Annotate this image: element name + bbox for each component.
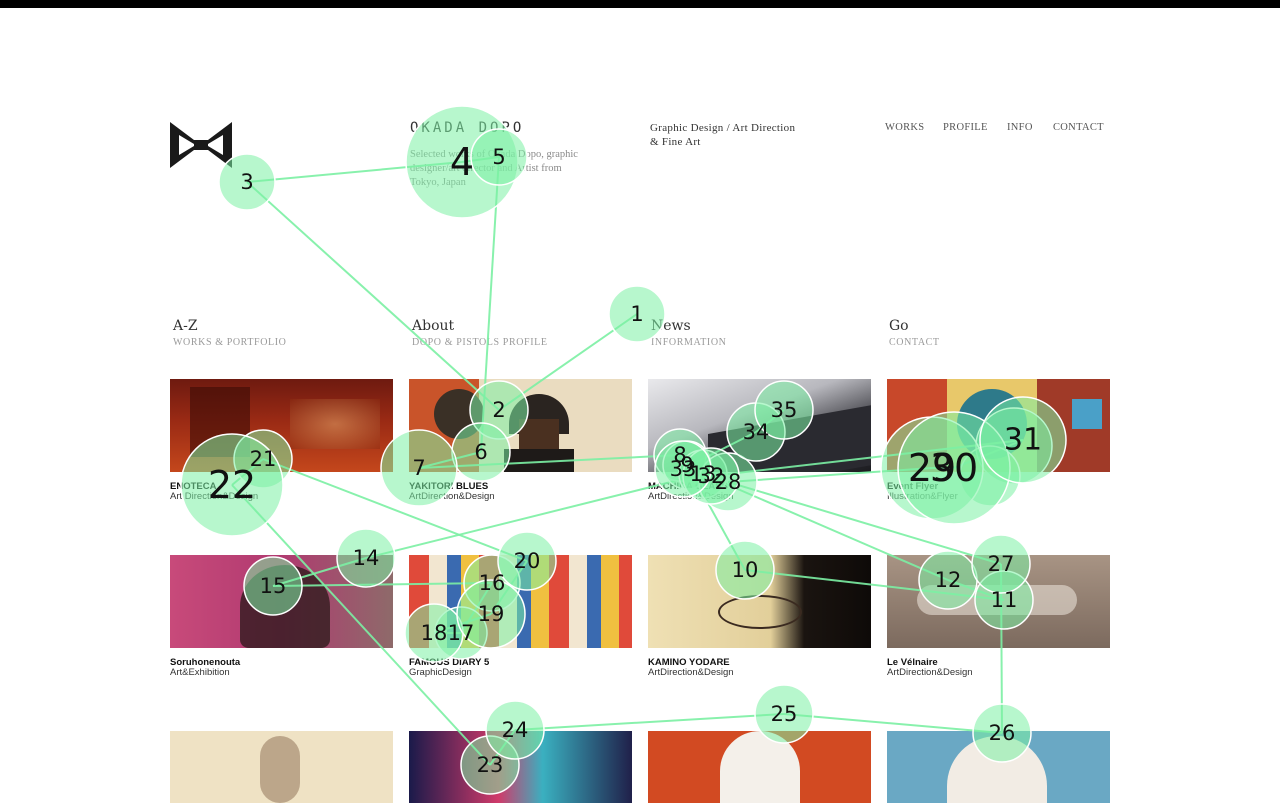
tagline-line-2: & Fine Art [650,136,701,148]
section-subtitle-go: CONTACT [889,337,940,348]
bowtie-logo-icon[interactable] [170,122,232,168]
work-category: GraphicDesign [409,667,472,678]
gaze-path-segment [727,481,1002,565]
site-name[interactable]: OKADA DOPO [410,120,524,136]
section-title-about[interactable]: About [412,318,454,334]
work-category: ArtDirection&Design [409,491,495,502]
work-thumbnail-row3-3[interactable] [648,731,871,803]
work-thumbnail-row3-1[interactable] [170,731,393,803]
gaze-fixation-label: 25 [771,702,798,726]
site-description: Selected works of Okada Dopo, graphic de… [410,149,578,188]
section-title-go[interactable]: Go [889,318,909,334]
work-thumbnail-yakitori-blues[interactable] [409,379,632,472]
work-thumbnail-row3-2[interactable] [409,731,632,803]
work-category: Art&Exhibition [170,667,230,678]
nav-info[interactable]: INFO [1007,122,1033,133]
tagline-line-1: Graphic Design / Art Direction [650,122,796,134]
gaze-fixation-label: 1 [630,302,643,326]
gaze-path-segment [246,181,500,411]
nav-profile[interactable]: PROFILE [943,122,988,133]
work-thumbnail-famous-diary-5[interactable] [409,555,632,648]
section-title-az[interactable]: A-Z [173,318,198,334]
work-thumbnail-machida-glass[interactable] [648,379,871,472]
work-thumbnail-le-velnaire[interactable] [887,555,1110,648]
gaze-path-segment [514,713,785,731]
work-thumbnail-kamino-yodare[interactable] [648,555,871,648]
nav-works[interactable]: WORKS [885,122,924,133]
section-subtitle-about: DOPO & PISTOLS PROFILE [412,337,548,348]
section-subtitle-news: INFORMATION [651,337,727,348]
top-bar [0,0,1280,8]
work-category: ArtDirection&Design [648,491,734,502]
gaze-path-segment [262,458,528,562]
work-thumbnail-event-flyer[interactable] [887,379,1110,472]
nav-contact[interactable]: CONTACT [1053,122,1104,133]
section-subtitle-az: WORKS & PORTFOLIO [173,337,287,348]
section-title-news[interactable]: News [651,318,691,334]
work-thumbnail-soruhonenouta[interactable] [170,555,393,648]
work-category: ArtDirection&Design [887,667,973,678]
work-category: Illustration&Flyer [887,491,958,502]
work-category: Art Direction&Design [170,491,259,502]
tagline: Graphic Design / Art Direction & Fine Ar… [650,121,850,149]
work-thumbnail-row3-4[interactable] [887,731,1110,803]
work-category: ArtDirection&Design [648,667,734,678]
gaze-fixation-label: 3 [240,170,253,194]
work-thumbnail-enoteca[interactable] [170,379,393,472]
